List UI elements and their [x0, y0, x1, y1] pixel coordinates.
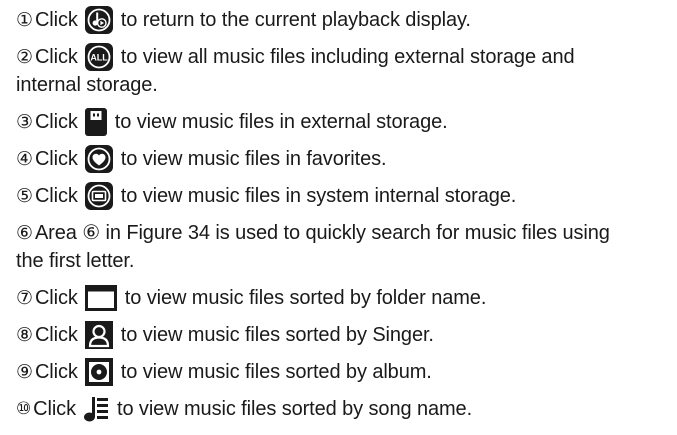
album-icon — [84, 358, 113, 386]
instruction-line-6: ⑥ Area ⑥ in Figure 34 is used to quickly… — [16, 223, 677, 243]
instruction-verb: Click — [33, 398, 76, 420]
item-number: ③ — [16, 111, 33, 133]
all-icon: ALL — [84, 43, 113, 71]
instruction-text: to view music files in system internal s… — [120, 185, 517, 207]
instruction-line-2: ② Click ALL to view all music files incl… — [16, 43, 677, 71]
instruction-line-7: ⑦ Click to view music files sorted by fo… — [16, 285, 677, 311]
item-number: ⑤ — [16, 185, 33, 207]
instruction-verb: Click — [34, 148, 78, 170]
instruction-line-8: ⑧ Click to view music files sorted by Si… — [16, 321, 677, 349]
instruction-line-10: ⑩ Click to view music files sorted by so… — [16, 397, 677, 422]
instruction-verb: Click — [34, 361, 78, 383]
instruction-text: to view all music files including extern… — [120, 46, 575, 68]
instruction-text: to view music files in favorites. — [120, 148, 387, 170]
item-number: ① — [16, 9, 33, 31]
folder-icon — [84, 285, 117, 311]
item-number: ⑦ — [16, 287, 33, 309]
instruction-line-9: ⑨ Click to view music files sorted by al… — [16, 358, 677, 386]
instruction-text: Area ⑥ in Figure 34 is used to quickly s… — [34, 222, 610, 244]
item-number: ④ — [16, 148, 33, 170]
instruction-text: to view music files sorted by album. — [120, 361, 432, 383]
instruction-text: to view music files in external storage. — [114, 111, 448, 133]
instruction-verb: Click — [34, 185, 78, 207]
usb-icon — [84, 108, 107, 136]
instruction-text: to view music files sorted by song name. — [116, 398, 473, 420]
instruction-text: internal storage. — [16, 74, 158, 96]
instruction-verb: Click — [34, 324, 78, 346]
heart-icon — [84, 145, 113, 173]
item-number: ⑧ — [16, 324, 33, 346]
instruction-line-5: ⑤ Click to view music files in system in… — [16, 182, 677, 210]
item-number: ⑨ — [16, 361, 33, 383]
instruction-verb: Click — [34, 46, 78, 68]
instruction-line-6-cont: the first letter. — [16, 251, 677, 271]
instruction-line-4: ④ Click to view music files in favorites… — [16, 145, 677, 173]
song-icon — [83, 395, 109, 423]
instruction-verb: Click — [34, 9, 78, 31]
document-body: ① Click to return to the current playbac… — [0, 0, 677, 435]
instruction-text: the first letter. — [16, 250, 135, 272]
all-icon-label: ALL — [90, 52, 108, 62]
instruction-verb: Click — [34, 287, 78, 309]
instruction-verb: Click — [34, 111, 78, 133]
instruction-line-2-cont: internal storage. — [16, 75, 677, 95]
item-number: ⑩ — [16, 399, 32, 419]
instruction-line-1: ① Click to return to the current playbac… — [16, 6, 677, 34]
internal-storage-icon — [84, 182, 113, 210]
playback-icon — [84, 6, 113, 34]
instruction-text: to return to the current playback displa… — [120, 9, 471, 31]
instruction-line-3: ③ Click to view music files in external … — [16, 108, 677, 136]
item-number: ② — [16, 46, 33, 68]
instruction-text: to view music files sorted by folder nam… — [124, 287, 487, 309]
item-number: ⑥ — [16, 222, 33, 244]
singer-icon — [84, 321, 113, 349]
instruction-text: to view music files sorted by Singer. — [120, 324, 434, 346]
